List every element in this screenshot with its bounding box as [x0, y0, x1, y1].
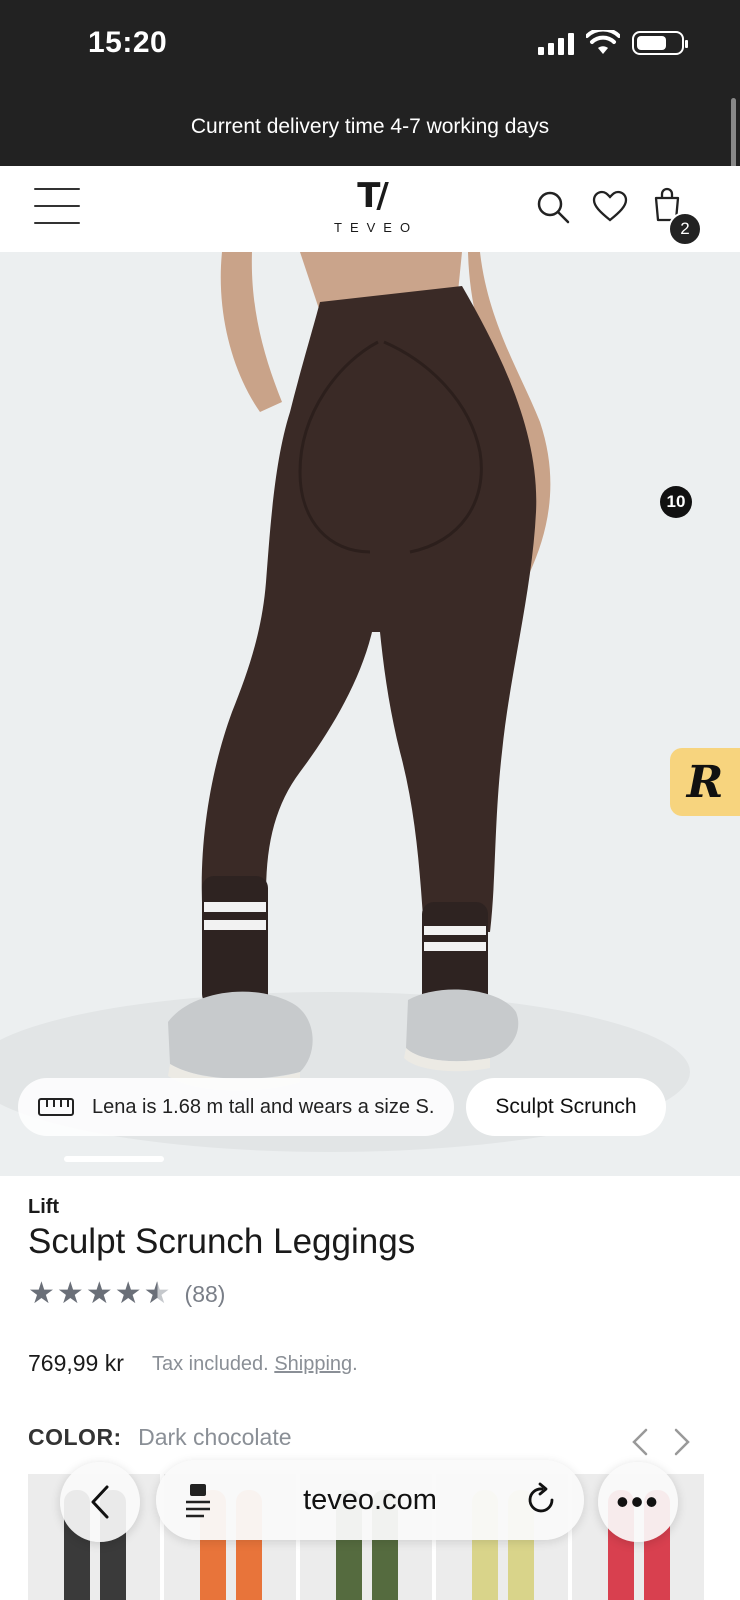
reload-icon[interactable] [526, 1482, 558, 1516]
color-label: COLOR: [28, 1424, 122, 1450]
logo-mark-icon: T/ [357, 176, 389, 216]
chevron-left-icon [91, 1485, 109, 1519]
site-header: T/ TEVEO [0, 166, 740, 252]
logo-text: TEVEO [334, 220, 419, 235]
rating-count: (88) [184, 1280, 226, 1307]
logo[interactable]: T/ TEVEO [326, 178, 416, 235]
announcement-text: Current delivery time 4-7 working days [190, 115, 550, 138]
chevron-left-icon[interactable] [630, 1428, 650, 1456]
menu-button[interactable] [34, 188, 80, 224]
product-title: Sculpt Scrunch Leggings [28, 1222, 416, 1261]
ruler-icon [38, 1098, 74, 1116]
cellular-signal-icon [538, 31, 574, 55]
rewards-count-badge: 10 [660, 486, 692, 518]
rewards-logo-icon: R [686, 756, 724, 808]
announcement-bar: Current delivery time 4-7 working days [0, 88, 740, 166]
model-size-text: Lena is 1.68 m tall and wears a size S. [92, 1095, 435, 1118]
tax-period: . [352, 1353, 358, 1375]
style-chip-button[interactable]: Sculpt Scrunch [466, 1078, 666, 1136]
color-selector-header: COLOR: Dark chocolate [28, 1424, 292, 1451]
battery-icon [632, 31, 688, 55]
product-rating[interactable]: ★ ★ ★ ★ ★ (88) [28, 1278, 225, 1310]
status-time: 15:20 [88, 26, 168, 59]
rewards-widget-button[interactable]: R [670, 748, 740, 816]
shipping-link[interactable]: Shipping [274, 1353, 352, 1375]
star-full-icon: ★ [85, 1277, 113, 1310]
star-full-icon: ★ [28, 1277, 55, 1310]
wishlist-heart-icon[interactable] [592, 190, 628, 222]
star-half-icon: ★ [143, 1277, 171, 1310]
browser-more-button[interactable]: ••• [598, 1462, 678, 1542]
star-full-icon: ★ [56, 1277, 84, 1310]
browser-back-button[interactable] [60, 1462, 140, 1542]
status-icons [538, 30, 688, 56]
browser-address-bar[interactable]: teveo.com [156, 1460, 584, 1540]
product-price: 769,99 kr [28, 1350, 124, 1376]
product-collection[interactable]: Lift [28, 1196, 59, 1219]
color-value: Dark chocolate [138, 1424, 292, 1450]
product-photo [0, 252, 690, 1152]
chevron-right-icon[interactable] [672, 1428, 692, 1456]
tax-note: Tax included. Shipping. [152, 1353, 358, 1376]
style-chip-label: Sculpt Scrunch [495, 1095, 637, 1118]
model-size-info: Lena is 1.68 m tall and wears a size S. [18, 1078, 454, 1136]
status-bar: 15:20 [0, 0, 740, 88]
star-full-icon: ★ [114, 1277, 142, 1310]
search-icon[interactable] [536, 190, 570, 224]
product-image-carousel[interactable]: R 10 [0, 252, 740, 1176]
more-dots-icon: ••• [616, 1481, 660, 1522]
tax-text: Tax included. [152, 1353, 269, 1375]
wifi-icon [586, 30, 620, 54]
carousel-indicator[interactable] [64, 1156, 164, 1162]
cart-count-badge: 2 [668, 212, 702, 246]
url-text: teveo.com [303, 1484, 437, 1516]
